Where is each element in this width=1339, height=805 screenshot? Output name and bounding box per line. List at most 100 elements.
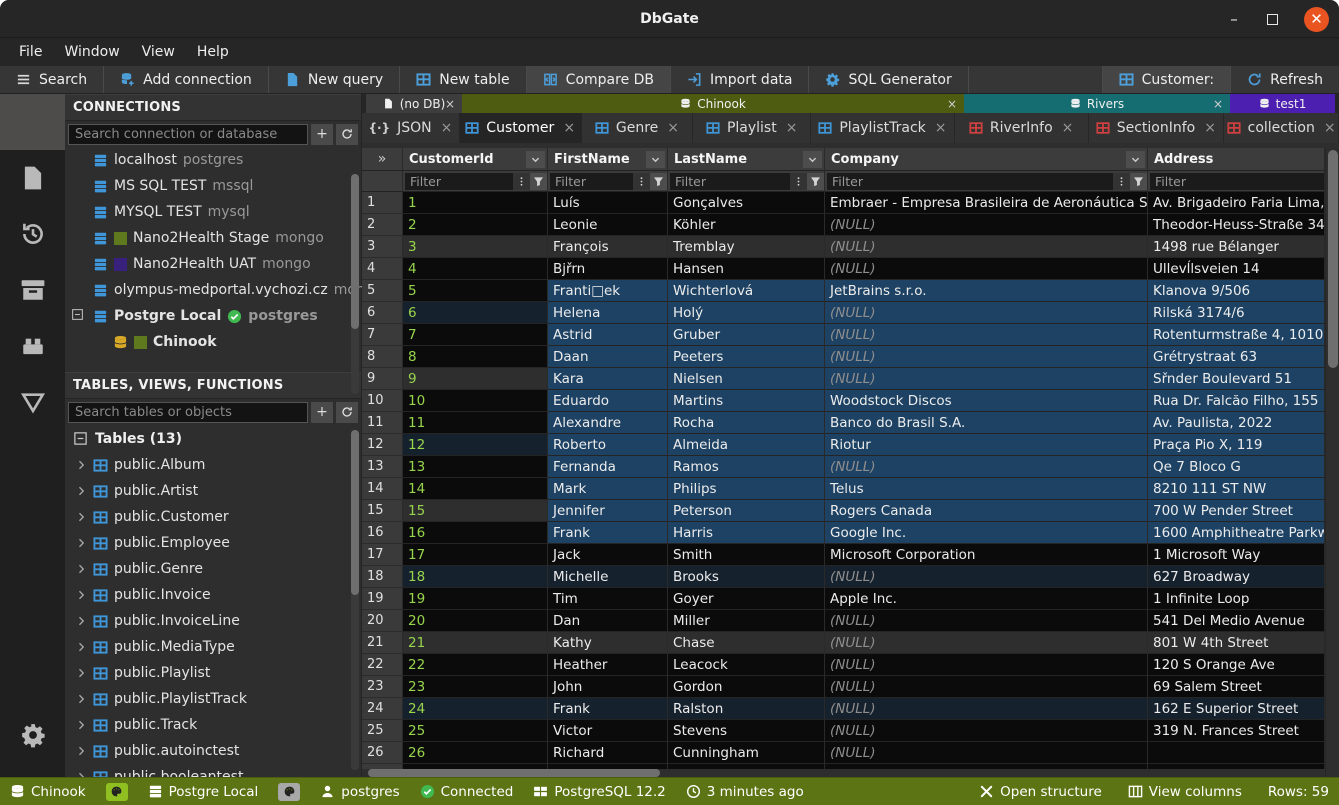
grid-cell[interactable]: (NULL): [825, 632, 1148, 654]
grid-cell[interactable]: 24: [403, 698, 548, 720]
rail-diagram-icon[interactable]: [0, 374, 65, 430]
filter-menu-button[interactable]: [633, 173, 650, 190]
grid-cell[interactable]: 21: [403, 632, 548, 654]
grid-cell[interactable]: 8210 111 ST NW: [1148, 478, 1325, 500]
row-number[interactable]: 1: [362, 192, 403, 214]
statusbar-item-open-structure[interactable]: Open structure: [979, 784, 1102, 800]
grid-cell[interactable]: Heather: [548, 654, 668, 676]
row-number[interactable]: 22: [362, 654, 403, 676]
column-header-firstname[interactable]: FirstName: [548, 148, 668, 171]
grid-cell[interactable]: Woodstock Discos: [825, 390, 1148, 412]
grid-cell[interactable]: Rogers Canada: [825, 500, 1148, 522]
tab-riverinfo[interactable]: RiverInfo×: [955, 113, 1089, 143]
table-item[interactable]: public.InvoiceLine: [65, 608, 361, 634]
table-item[interactable]: public.Track: [65, 712, 361, 738]
grid-cell[interactable]: Chase: [668, 632, 825, 654]
close-icon[interactable]: ×: [1204, 120, 1216, 136]
grid-cell[interactable]: (NULL): [825, 676, 1148, 698]
connections-search-input[interactable]: [68, 124, 308, 145]
grid-cell[interactable]: Eduardo: [548, 390, 668, 412]
toolbar-button-add-connection[interactable]: Add connection: [104, 66, 269, 93]
database-item[interactable]: Chinook: [65, 329, 361, 355]
grid-cell[interactable]: 16: [403, 522, 548, 544]
collapse-icon[interactable]: [71, 308, 85, 325]
row-number[interactable]: 3: [362, 236, 403, 258]
grid-cell[interactable]: Victor: [548, 720, 668, 742]
minimize-button[interactable]: –: [1227, 10, 1241, 28]
tab-sectioninfo[interactable]: SectionInfo×: [1089, 113, 1225, 143]
grid-cell[interactable]: Leonie: [548, 214, 668, 236]
grid-cell[interactable]: 10: [403, 390, 548, 412]
row-number[interactable]: 25: [362, 720, 403, 742]
grid-cell[interactable]: 3: [403, 236, 548, 258]
rail-plugins-icon[interactable]: [0, 318, 65, 374]
grid-cell[interactable]: (NULL): [825, 610, 1148, 632]
grid-cell[interactable]: (NULL): [825, 566, 1148, 588]
grid-cell[interactable]: Alexandre: [548, 412, 668, 434]
grid-cell[interactable]: Nielsen: [668, 368, 825, 390]
grid-cell[interactable]: Franti□ek: [548, 280, 668, 302]
tab-customer[interactable]: Customer×: [460, 113, 582, 143]
toolbar-button-refresh[interactable]: Refresh: [1230, 66, 1339, 93]
menu-window[interactable]: Window: [55, 41, 128, 63]
chevron-right-icon[interactable]: [75, 459, 87, 471]
grid-cell[interactable]: (NULL): [825, 654, 1148, 676]
rail-file-icon[interactable]: [0, 150, 65, 206]
chevron-right-icon[interactable]: [75, 745, 87, 757]
grid-cell[interactable]: 1498 rue Bélanger: [1148, 236, 1325, 258]
menu-file[interactable]: File: [10, 41, 51, 63]
grid-cell[interactable]: Av. Paulista, 2022: [1148, 412, 1325, 434]
close-icon[interactable]: ×: [1324, 120, 1336, 136]
grid-cell[interactable]: Gonçalves: [668, 192, 825, 214]
rail-database-icon[interactable]: [0, 94, 65, 150]
grid-cell[interactable]: Köhler: [668, 214, 825, 236]
grid-cell[interactable]: Rocha: [668, 412, 825, 434]
grid-cell[interactable]: 1600 Amphitheatre Parkwa: [1148, 522, 1325, 544]
close-icon[interactable]: ×: [667, 120, 679, 136]
table-item[interactable]: public.autoinctest: [65, 738, 361, 764]
grid-cell[interactable]: 14: [403, 478, 548, 500]
close-icon[interactable]: ×: [441, 120, 453, 136]
grid-cell[interactable]: (NULL): [825, 720, 1148, 742]
grid-cell[interactable]: 8: [403, 346, 548, 368]
grid-cell[interactable]: Miller: [668, 610, 825, 632]
grid-cell[interactable]: (NULL): [825, 742, 1148, 764]
toolbar-button-customer-[interactable]: Customer:: [1102, 66, 1230, 93]
statusbar-color-chip[interactable]: [278, 783, 300, 801]
row-number[interactable]: 10: [362, 390, 403, 412]
grid-cell[interactable]: Rilská 3174/6: [1148, 302, 1325, 324]
grid-cell[interactable]: 1 Microsoft Way: [1148, 544, 1325, 566]
grid-cell[interactable]: 6: [403, 302, 548, 324]
grid-cell[interactable]: Wichterlová: [668, 280, 825, 302]
grid-cell[interactable]: Helena: [548, 302, 668, 324]
grid-cell[interactable]: 9: [403, 368, 548, 390]
row-number[interactable]: 8: [362, 346, 403, 368]
statusbar-color-chip[interactable]: [106, 783, 128, 801]
connection-item[interactable]: MS SQL TESTmssql: [65, 173, 361, 199]
column-header-address[interactable]: Address: [1148, 148, 1325, 171]
tables-search-input[interactable]: [68, 402, 308, 423]
row-number[interactable]: 26: [362, 742, 403, 764]
grid-cell[interactable]: Astrid: [548, 324, 668, 346]
grid-cell[interactable]: Frank: [548, 522, 668, 544]
grid-cell[interactable]: Gordon: [668, 676, 825, 698]
connection-item[interactable]: localhostpostgres: [65, 147, 361, 173]
db-group-tab--no-DB-[interactable]: (no DB)×: [366, 94, 462, 113]
grid-cell[interactable]: 25: [403, 720, 548, 742]
tables-scrollbar[interactable]: [351, 430, 359, 770]
tab-json[interactable]: {·}JSON×: [362, 113, 460, 143]
toolbar-button-new-table[interactable]: New table: [400, 66, 526, 93]
filter-funnel-button[interactable]: [530, 173, 547, 190]
grid-cell[interactable]: (NULL): [825, 214, 1148, 236]
filter-input[interactable]: Filter: [1150, 173, 1324, 190]
grid-cell[interactable]: Microsoft Corporation: [825, 544, 1148, 566]
toolbar-button-new-query[interactable]: New query: [269, 66, 400, 93]
row-number[interactable]: 21: [362, 632, 403, 654]
row-number[interactable]: 20: [362, 610, 403, 632]
chevron-right-icon[interactable]: [75, 537, 87, 549]
grid-cell[interactable]: Dan: [548, 610, 668, 632]
grid-cell[interactable]: François: [548, 236, 668, 258]
chevron-right-icon[interactable]: [75, 719, 87, 731]
grid-cell[interactable]: Praça Pio X, 119: [1148, 434, 1325, 456]
filter-funnel-button[interactable]: [807, 173, 824, 190]
